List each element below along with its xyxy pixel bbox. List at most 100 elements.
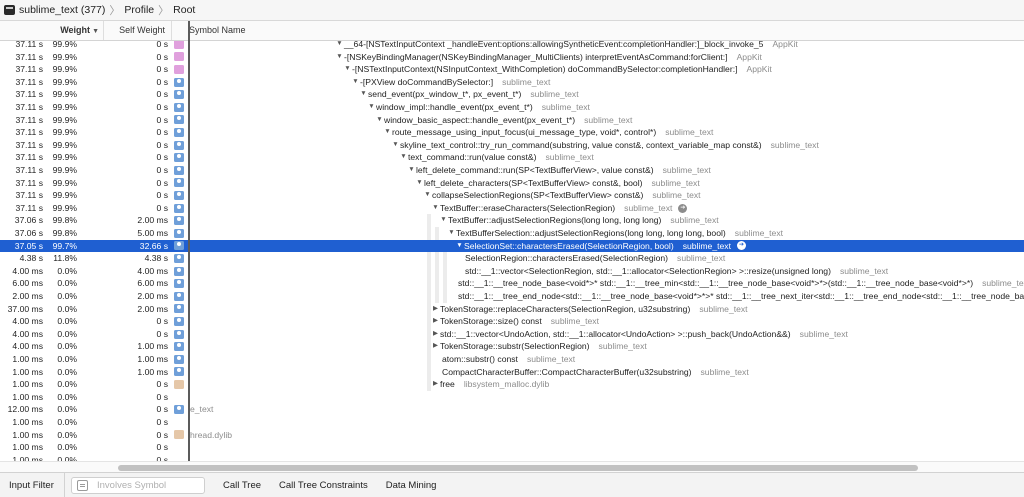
symbol-name: TokenStorage::substr(SelectionRegion) (440, 341, 590, 352)
table-row[interactable]: 37.11 s 99.9% 0 s ▼ left_delete_characters(S… (0, 177, 1024, 190)
table-row[interactable]: 1.00 ms 0.0% 1.00 ms atom::substr() const su… (0, 353, 1024, 366)
table-row[interactable]: 37.11 s 99.9% 0 s ▼ window_basic_aspect::han… (0, 114, 1024, 127)
table-row[interactable]: 37.00 ms 0.0% 2.00 ms ▶ TokenStorage::replac… (0, 303, 1024, 316)
app-icon (4, 5, 15, 15)
disclosure-expanded-icon[interactable]: ▼ (415, 177, 424, 190)
table-row[interactable]: 37.06 s 99.8% 5.00 ms ▼ TextBufferSelection:… (0, 227, 1024, 240)
weight-column-header[interactable]: Weight ▼ (0, 21, 104, 40)
self-weight-column-header[interactable]: Self Weight (104, 21, 172, 40)
breadcrumb-profile[interactable]: Profile (124, 4, 154, 16)
disclosure-expanded-icon[interactable]: ▼ (367, 101, 376, 114)
disclosure-expanded-icon[interactable]: ▼ (423, 189, 432, 202)
symbol-cell: ▶ TokenStorage::substr(SelectionRegion) su… (431, 340, 647, 353)
disclosure-expanded-icon[interactable]: ▼ (343, 63, 352, 76)
disclosure-collapsed-icon[interactable]: ▶ (431, 315, 440, 328)
disclosure-expanded-icon[interactable]: ▼ (351, 76, 360, 89)
call-tree[interactable]: 37.11 s 99.9% 0 s ▼ __64-[NSTextInputContext… (0, 41, 1024, 461)
scrollbar-thumb[interactable] (118, 465, 918, 471)
table-row[interactable]: 4.00 ms 0.0% 1.00 ms ▶ TokenStorage::substr(… (0, 340, 1024, 353)
weight-percent: 0.0% (57, 354, 77, 364)
user-category-icon (174, 203, 184, 213)
symbol-name: skyline_text_control::try_run_command(su… (400, 139, 762, 150)
table-row[interactable]: 37.11 s 99.9% 0 s ▼ -[PXView doCommandBySele… (0, 76, 1024, 89)
weight-value: 1.00 ms (12, 366, 43, 377)
table-row[interactable]: 4.00 ms 0.0% 0 s ▶ std::__1::vector<UndoActi… (0, 328, 1024, 341)
table-row[interactable]: 1.00 ms 0.0% 1.00 ms CompactCharacterBuffer… (0, 366, 1024, 379)
library-name: sublime_text (545, 152, 594, 163)
library-name: sublime_text (670, 215, 719, 226)
disclosure-collapsed-icon[interactable]: ▶ (431, 303, 440, 316)
library-name: AppKit (736, 51, 762, 62)
disclosure-expanded-icon[interactable]: ▼ (455, 240, 464, 253)
horizontal-scrollbar[interactable] (0, 461, 1024, 472)
table-row[interactable]: 1.00 ms 0.0% 0 s (0, 454, 1024, 461)
symbol-name: SelectionRegion::charactersErased(Select… (465, 253, 669, 264)
table-row[interactable]: 37.06 s 99.8% 2.00 ms ▼ TextBuffer::adjustSe… (0, 214, 1024, 227)
user-category-icon (174, 165, 184, 175)
symbol-name-column-header[interactable]: Symbol Name (189, 21, 246, 40)
tab-data-mining[interactable]: Data Mining (386, 480, 437, 491)
disclosure-collapsed-icon[interactable]: ▶ (431, 340, 440, 353)
disclosure-expanded-icon[interactable]: ▼ (391, 139, 400, 152)
symbol-name: window_basic_aspect::handle_event(px_eve… (384, 114, 576, 125)
symbol-name: std::__1::__tree_end_node<std::__1::__tr… (458, 291, 1024, 301)
tab-call-tree-constraints[interactable]: Call Tree Constraints (279, 480, 368, 491)
table-row[interactable]: 2.00 ms 0.0% 2.00 ms std::__1::__tree_end_n… (0, 290, 1024, 303)
breadcrumb-root[interactable]: Root (173, 4, 195, 16)
table-row[interactable]: 37.11 s 99.9% 0 s ▼ window_impl::handle_even… (0, 101, 1024, 114)
focus-arrow-icon[interactable]: ➔ (678, 203, 688, 213)
table-row[interactable]: 37.11 s 99.9% 0 s ▼ __64-[NSTextInputContext… (0, 41, 1024, 51)
table-row[interactable]: 4.38 s 11.8% 4.38 s SelectionRegion::charac… (0, 252, 1024, 265)
table-row[interactable]: 1.00 ms 0.0% 0 s (0, 441, 1024, 454)
disclosure-collapsed-icon[interactable]: ▶ (431, 378, 440, 391)
table-row[interactable]: 6.00 ms 0.0% 6.00 ms std::__1::__tree_node_… (0, 277, 1024, 290)
breadcrumb-process[interactable]: sublime_text (377) (19, 4, 105, 16)
table-row[interactable]: 1.00 ms 0.0% 0 s (0, 416, 1024, 429)
weight-percent: 99.7% (52, 240, 77, 251)
disclosure-expanded-icon[interactable]: ▼ (431, 202, 440, 215)
symbol-name: std::__1::__tree_node_base<void*>* std::… (458, 278, 974, 289)
table-row[interactable]: 37.11 s 99.9% 0 s ▼ collapseSelectionRegions… (0, 189, 1024, 202)
table-row[interactable]: 37.11 s 99.9% 0 s ▼ -[NSTextInputContext(NSI… (0, 63, 1024, 76)
table-row[interactable]: 37.11 s 99.9% 0 s ▼ left_delete_command::run… (0, 164, 1024, 177)
selected-table-row[interactable]: 37.05 s 99.7% 32.66 s ▼ SelectionSet::charac… (0, 239, 1024, 253)
table-row[interactable]: 12.00 ms 0.0% 0 s e_text (0, 403, 1024, 416)
table-row[interactable]: 4.00 ms 0.0% 0 s ▶ TokenStorage::size() cons… (0, 315, 1024, 328)
focus-arrow-icon[interactable]: ➔ (736, 241, 746, 251)
tab-call-tree[interactable]: Call Tree (223, 480, 261, 491)
symbol-cell: hread.dylib (190, 429, 232, 442)
table-row[interactable]: 37.11 s 99.9% 0 s ▼ skyline_text_control::tr… (0, 139, 1024, 152)
table-row[interactable]: 1.00 ms 0.0% 0 s (0, 391, 1024, 404)
input-filter-label[interactable]: Input Filter (0, 480, 64, 491)
disclosure-expanded-icon[interactable]: ▼ (439, 214, 448, 227)
disclosure-expanded-icon[interactable]: ▼ (375, 114, 384, 127)
user-category-icon (174, 127, 184, 137)
table-row[interactable]: 37.11 s 99.9% 0 s ▼ TextBuffer::eraseCharact… (0, 202, 1024, 215)
self-weight-value: 0 s (156, 316, 168, 327)
disclosure-expanded-icon[interactable]: ▼ (335, 51, 344, 64)
disclosure-expanded-icon[interactable]: ▼ (447, 227, 456, 240)
table-row[interactable]: 1.00 ms 0.0% 0 s hread.dylib (0, 429, 1024, 442)
disclosure-expanded-icon[interactable]: ▼ (407, 164, 416, 177)
self-weight-value: 0 s (156, 41, 168, 49)
symbol-name: send_event(px_window_t*, px_event_t*) (368, 89, 522, 100)
disclosure-expanded-icon[interactable]: ▼ (359, 88, 368, 101)
disclosure-collapsed-icon[interactable]: ▶ (431, 328, 440, 341)
involves-symbol-search-field[interactable]: Involves Symbol (71, 476, 205, 494)
filter-icon (77, 479, 88, 491)
table-row[interactable]: 4.00 ms 0.0% 4.00 ms std::__1::vector<Selec… (0, 265, 1024, 278)
table-row[interactable]: 1.00 ms 0.0% 0 s ▶ free libsystem_malloc.dyli… (0, 378, 1024, 391)
library-name: sublime_text (839, 265, 889, 276)
weight-percent: 99.9% (52, 202, 77, 213)
library-name: sublime_text (550, 316, 599, 327)
weight-value: 37.11 s (15, 165, 43, 175)
table-row[interactable]: 37.11 s 99.9% 0 s ▼ route_message_using_inpu… (0, 126, 1024, 139)
disclosure-expanded-icon[interactable]: ▼ (383, 126, 392, 139)
table-row[interactable]: 37.11 s 99.9% 0 s ▼ text_command::run(value … (0, 151, 1024, 164)
table-row[interactable]: 37.11 s 99.9% 0 s ▼ -[NSKeyBindingManager(NS… (0, 51, 1024, 64)
disclosure-expanded-icon[interactable]: ▼ (335, 41, 344, 51)
column-splitter[interactable] (188, 21, 190, 461)
disclosure-expanded-icon[interactable]: ▼ (399, 151, 408, 164)
user-category-icon (174, 342, 184, 352)
table-row[interactable]: 37.11 s 99.9% 0 s ▼ send_event(px_window_t*,… (0, 88, 1024, 101)
